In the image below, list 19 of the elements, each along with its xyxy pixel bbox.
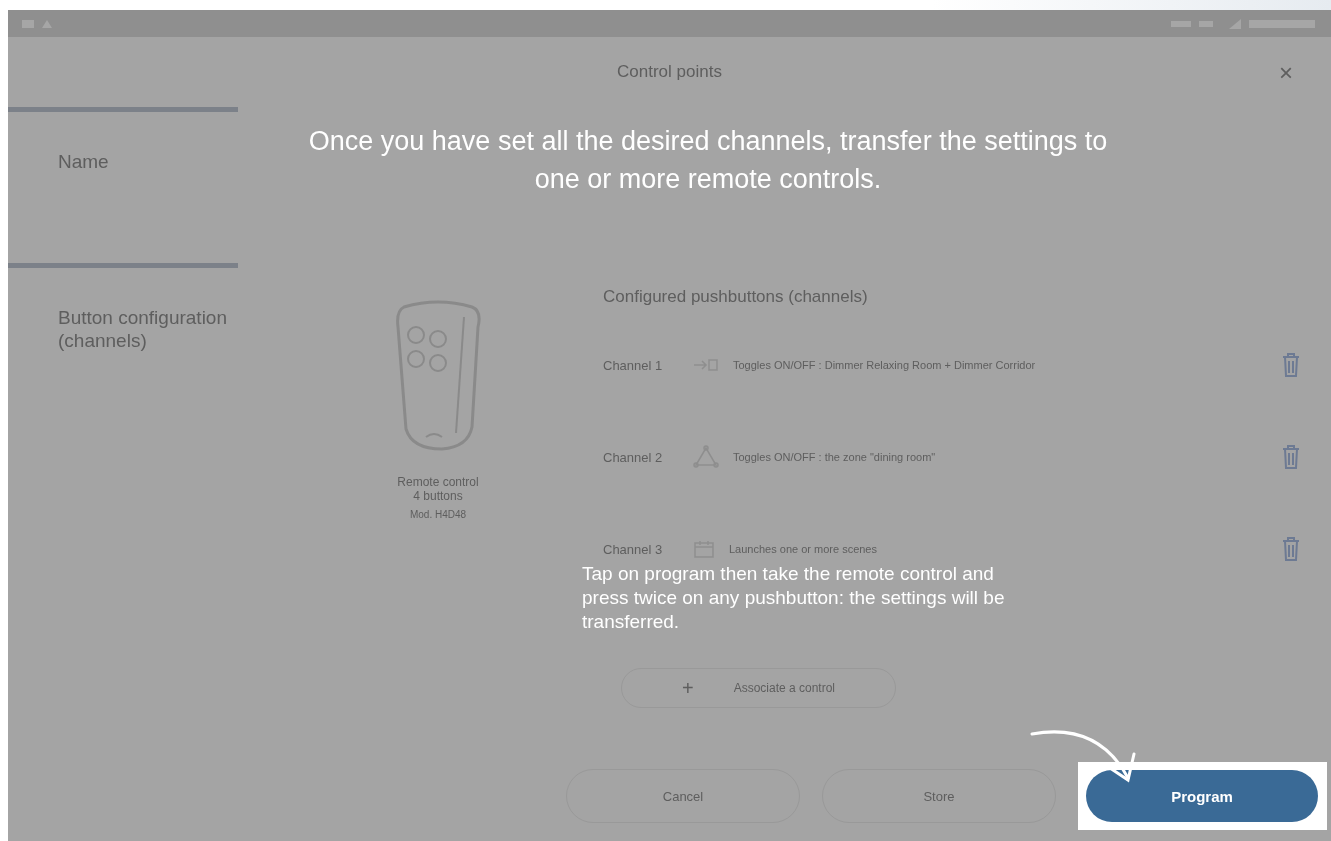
- device-model: Mod. H4D48: [409, 509, 467, 520]
- channel-description: Toggles ON/OFF : the zone "dining room": [733, 451, 937, 463]
- trash-icon[interactable]: [1281, 444, 1301, 470]
- trash-icon[interactable]: [1281, 536, 1301, 562]
- channel-description: Launches one or more scenes: [729, 543, 878, 555]
- sidebar-item[interactable]: Name: [8, 107, 238, 263]
- overlay-headline: Once you have set all the desired channels, transfer the settings to one or more remote controls.: [308, 125, 1108, 196]
- trash-icon[interactable]: [1281, 352, 1301, 378]
- overlay-hint: Tap on program then take the remote control and press twice on any pushbutton: the settings will be transferred.: [582, 562, 1006, 634]
- channel-label: Channel 3: [603, 541, 664, 557]
- channel-label: Channel 2: [603, 449, 664, 465]
- close-button[interactable]: ×: [1279, 59, 1293, 87]
- channels-heading: Configured pushbuttons (channels): [603, 287, 869, 307]
- sidebar-item[interactable]: Button configuration (channels): [8, 263, 238, 523]
- dialog-title: Control points: [617, 62, 722, 82]
- channel-description: Toggles ON/OFF : Dimmer Relaxing Room + Dimmer Corridor: [733, 359, 1037, 371]
- device-name: Remote control 4 buttons: [396, 475, 480, 503]
- channel-label: Channel 1: [603, 357, 664, 373]
- program-button[interactable]: Program: [1086, 770, 1318, 822]
